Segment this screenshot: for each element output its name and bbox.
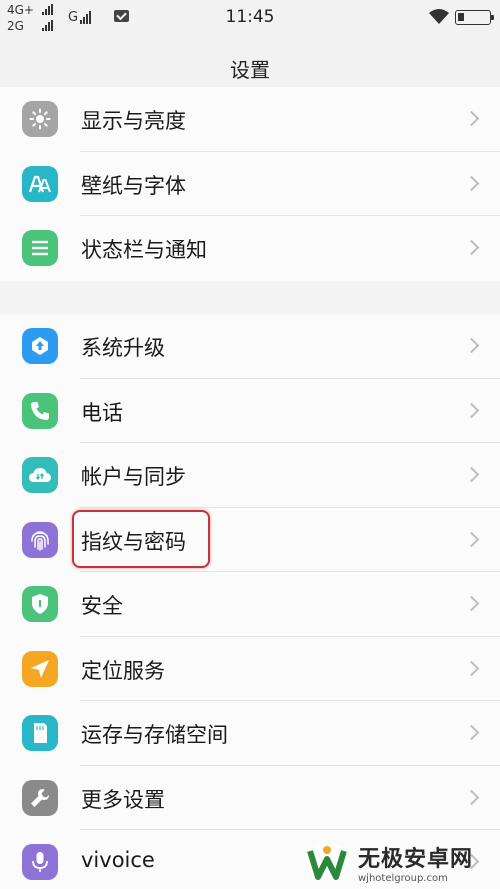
settings-item-account-sync[interactable]: 帐户与同步 <box>0 443 500 508</box>
chevron-right-icon <box>463 337 480 354</box>
chevron-right-icon <box>463 660 480 676</box>
settings-item-label: 壁纸与字体 <box>81 173 186 198</box>
chevron-right-icon <box>463 789 480 805</box>
settings-item-system-upgrade[interactable]: 系统升级 <box>0 314 500 379</box>
chevron-right-icon <box>463 402 480 418</box>
settings-item-statusbar-notification[interactable]: 状态栏与通知 <box>0 216 500 281</box>
shield-icon <box>22 586 58 622</box>
settings-item-label: 系统升级 <box>81 336 165 360</box>
chevron-right-icon <box>463 724 480 741</box>
storage-icon <box>22 715 58 751</box>
microphone-icon <box>22 844 58 880</box>
status-bar: 4G+ 2G G 11:45 <box>0 0 500 38</box>
chevron-right-icon <box>463 239 480 256</box>
settings-item-label: 显示与亮度 <box>81 109 186 133</box>
settings-item-security[interactable]: 安全 <box>0 572 500 637</box>
chevron-right-icon <box>463 531 480 547</box>
phone-icon <box>22 392 58 429</box>
settings-item-label: 更多设置 <box>81 787 165 812</box>
upgrade-icon <box>22 328 58 364</box>
list-icon <box>22 230 58 266</box>
settings-item-label: 电话 <box>81 400 123 425</box>
settings-item-label: 定位服务 <box>81 658 165 683</box>
chevron-right-icon <box>463 466 480 483</box>
chevron-right-icon <box>463 110 480 127</box>
wifi-icon <box>429 9 449 24</box>
settings-item-memory-storage[interactable]: 运存与存储空间 <box>0 701 500 766</box>
chevron-right-icon <box>463 175 480 191</box>
clock: 11:45 <box>225 7 275 27</box>
battery-icon <box>455 10 494 25</box>
location-icon <box>22 650 58 687</box>
wrench-icon <box>22 779 58 816</box>
settings-item-label: vivoice <box>81 848 155 872</box>
settings-item-label: 状态栏与通知 <box>81 238 207 262</box>
brightness-icon <box>22 101 58 137</box>
highlight-box <box>72 510 210 568</box>
settings-item-more-settings[interactable]: 更多设置 <box>0 766 500 830</box>
settings-item-label: 运存与存储空间 <box>81 723 228 747</box>
settings-item-phone[interactable]: 电话 <box>0 379 500 443</box>
settings-item-location[interactable]: 定位服务 <box>0 637 500 701</box>
settings-item-label: 安全 <box>81 594 123 618</box>
watermark-title: 无极安卓网 <box>358 846 474 872</box>
watermark: 无极安卓网 wjhotelgroup.com <box>300 835 500 889</box>
watermark-url: wjhotelgroup.com <box>358 872 448 884</box>
settings-item-wallpaper-font[interactable]: 壁纸与字体 <box>0 152 500 216</box>
fingerprint-icon <box>22 521 58 558</box>
settings-item-display-brightness[interactable]: 显示与亮度 <box>0 87 500 152</box>
chevron-right-icon <box>463 595 480 612</box>
settings-group-system: 系统升级 电话 帐户与同步 指纹与密码 安全 定位服务 运存与存储空间 更多设置… <box>0 314 500 889</box>
page-title: 设置 <box>230 58 270 82</box>
font-icon <box>22 165 58 202</box>
settings-group-display: 显示与亮度 壁纸与字体 状态栏与通知 <box>0 87 500 281</box>
settings-item-label: 帐户与同步 <box>81 465 186 489</box>
cloud-icon <box>22 457 58 493</box>
watermark-logo-icon <box>304 843 350 881</box>
